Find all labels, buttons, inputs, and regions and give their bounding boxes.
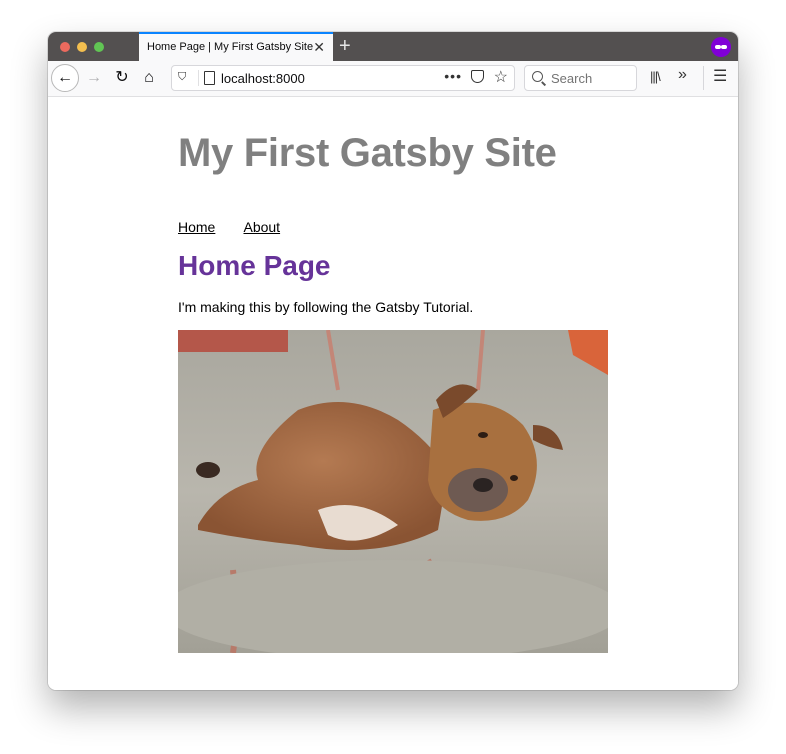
tab-home-page[interactable]: Home Page | My First Gatsby Site ✕ xyxy=(139,32,333,61)
nav-link-about[interactable]: About xyxy=(243,219,280,235)
library-icon[interactable]: |||\ xyxy=(650,69,661,84)
site-title: My First Gatsby Site xyxy=(178,131,557,175)
title-bar: Home Page | My First Gatsby Site ✕ + xyxy=(48,32,738,61)
site-nav: Home About xyxy=(178,219,305,235)
pocket-icon[interactable] xyxy=(471,70,484,83)
minimize-window-button[interactable] xyxy=(77,42,87,52)
page-actions-more-icon[interactable]: ••• xyxy=(444,68,462,84)
url-text[interactable]: localhost:8000 xyxy=(221,71,305,86)
intro-text: I'm making this by following the Gatsby … xyxy=(178,299,474,315)
dog-eye-left xyxy=(478,432,488,438)
search-icon xyxy=(532,71,543,82)
browser-window: Home Page | My First Gatsby Site ✕ + ← →… xyxy=(48,32,738,690)
nav-link-home[interactable]: Home xyxy=(178,219,215,235)
private-browsing-mask-icon xyxy=(711,37,731,57)
close-window-button[interactable] xyxy=(60,42,70,52)
dog-photo xyxy=(178,330,608,653)
hamburger-menu-icon[interactable]: ☰ xyxy=(713,66,727,86)
page-content: My First Gatsby Site Home About Home Pag… xyxy=(48,97,738,690)
search-input[interactable]: Search xyxy=(524,65,637,91)
bookmark-star-icon[interactable]: ☆ xyxy=(494,68,508,88)
tracking-protection-shield-icon[interactable]: ⛉ xyxy=(178,71,186,84)
back-button[interactable]: ← xyxy=(51,64,79,92)
reload-button[interactable]: ↻ xyxy=(110,66,134,90)
dog-paw xyxy=(196,462,220,478)
url-bar[interactable]: ⛉ localhost:8000 ••• ☆ xyxy=(171,65,515,91)
search-placeholder: Search xyxy=(551,71,593,86)
zoom-window-button[interactable] xyxy=(94,42,104,52)
url-divider xyxy=(198,70,199,86)
toolbar-divider xyxy=(703,66,704,90)
blanket-fold xyxy=(178,560,608,653)
red-blanket-corner xyxy=(178,330,288,352)
forward-button[interactable]: → xyxy=(82,66,106,90)
home-button[interactable]: ⌂ xyxy=(137,66,161,90)
new-tab-button[interactable]: + xyxy=(339,34,351,58)
overflow-chevron-icon[interactable]: » xyxy=(678,66,687,84)
page-heading: Home Page xyxy=(178,250,331,281)
dog-nose xyxy=(473,478,493,492)
dog-eye-right xyxy=(510,475,518,481)
page-icon[interactable] xyxy=(204,71,215,85)
close-icon[interactable]: ✕ xyxy=(313,38,325,56)
navigation-toolbar: ← → ↻ ⌂ ⛉ localhost:8000 ••• ☆ Search ||… xyxy=(48,61,738,97)
tab-title: Home Page | My First Gatsby Site xyxy=(147,41,314,53)
